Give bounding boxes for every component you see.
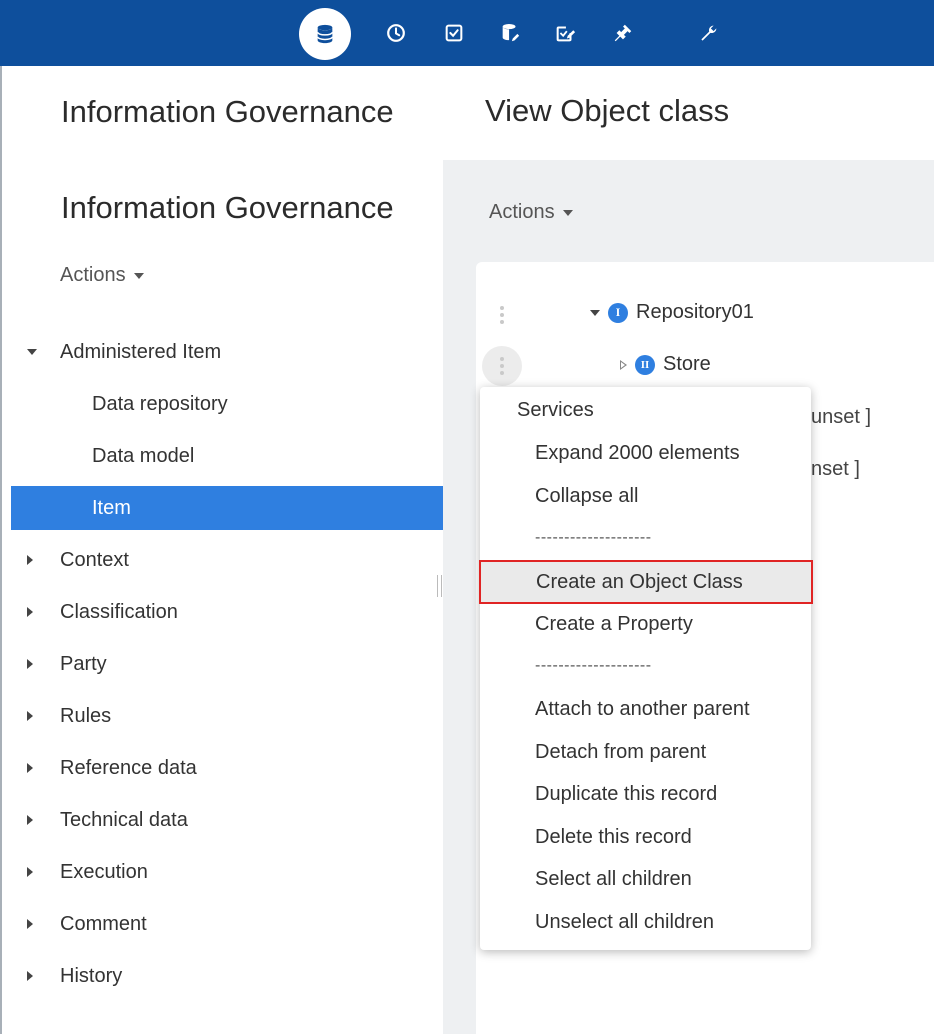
nav-item-label: Comment (60, 912, 147, 935)
menu-separator: -------------------- (535, 657, 652, 674)
left-section-title: Information Governance (61, 190, 394, 225)
nav-item-reference-data[interactable]: Reference data (11, 746, 443, 790)
main-actions-dropdown[interactable]: Actions (489, 201, 573, 224)
context-menu: Services Expand 2000 elements Collapse a… (479, 387, 813, 950)
nav-item-label: Party (60, 652, 107, 675)
menu-item-detach-parent[interactable]: Detach from parent (480, 732, 811, 772)
nav-item-label: Rules (60, 704, 112, 727)
menu-item-expand[interactable]: Expand 2000 elements (480, 433, 811, 473)
database-edit-icon[interactable] (491, 14, 529, 52)
actions-label: Actions (489, 201, 555, 223)
collapse-arrow-icon[interactable] (27, 867, 33, 877)
actions-label: Actions (60, 264, 126, 286)
menu-item-collapse-all[interactable]: Collapse all (480, 476, 811, 516)
caret-down-icon (562, 209, 573, 216)
nav-item-label: Item (92, 496, 131, 519)
tree-node-store[interactable]: II Store (620, 353, 711, 376)
nav-item-comment[interactable]: Comment (11, 902, 443, 946)
menu-item-select-children[interactable]: Select all children (480, 859, 811, 899)
nav-item-label: History (60, 964, 123, 987)
nav-item-label: Execution (60, 860, 148, 883)
nav-item-label: Administered Item (60, 340, 222, 363)
nav-item-item[interactable]: Item (11, 486, 443, 530)
nav-item-label: Technical data (60, 808, 188, 831)
nav-item-label: Reference data (60, 756, 197, 779)
collapse-arrow-icon[interactable] (27, 763, 33, 773)
nav-item-administered-item[interactable]: Administered Item (11, 330, 443, 374)
nav-item-classification[interactable]: Classification (11, 590, 443, 634)
collapse-arrow-icon[interactable] (27, 971, 33, 981)
caret-down-icon (133, 272, 144, 279)
menu-item-delete[interactable]: Delete this record (480, 817, 811, 857)
collapse-arrow-icon[interactable] (27, 555, 33, 565)
row-menu-kebab-icon[interactable] (482, 295, 522, 335)
collapse-arrow-icon[interactable] (620, 359, 627, 370)
level-badge-icon: I (608, 302, 628, 323)
menu-separator: -------------------- (535, 529, 652, 546)
database-icon[interactable] (299, 8, 351, 60)
menu-item-duplicate[interactable]: Duplicate this record (480, 774, 811, 814)
top-toolbar (0, 0, 934, 66)
nav-item-technical-data[interactable]: Technical data (11, 798, 443, 842)
collapse-arrow-icon[interactable] (27, 815, 33, 825)
nav-item-context[interactable]: Context (11, 538, 443, 582)
level-badge-icon: II (635, 354, 655, 375)
partial-value-text: unset ] (811, 406, 872, 428)
nav-item-data-model[interactable]: Data model (11, 434, 443, 478)
context-menu-header: Services (517, 399, 594, 421)
left-edge-rule (0, 0, 2, 1034)
left-panel: Information Governance Information Gover… (11, 66, 443, 1034)
collapse-arrow-icon[interactable] (27, 607, 33, 617)
nav-item-data-repository[interactable]: Data repository (11, 382, 443, 426)
nav-item-history[interactable]: History (11, 954, 443, 998)
checkbox-edit-icon[interactable] (546, 14, 584, 52)
checkbox-icon[interactable] (435, 14, 473, 52)
tree-node-label: Store (663, 353, 711, 375)
tree-node-repository01[interactable]: I Repository01 (590, 301, 754, 324)
left-actions-dropdown[interactable]: Actions (60, 264, 144, 287)
nav-item-party[interactable]: Party (11, 642, 443, 686)
nav-item-label: Context (60, 548, 129, 571)
tree-node-label: Repository01 (636, 301, 754, 323)
plug-icon[interactable] (604, 14, 642, 52)
collapse-arrow-icon[interactable] (27, 919, 33, 929)
menu-item-unselect-children[interactable]: Unselect all children (480, 902, 811, 942)
wrench-icon[interactable] (690, 14, 728, 52)
menu-item-attach-parent[interactable]: Attach to another parent (480, 689, 811, 729)
page-title: View Object class (485, 93, 730, 128)
panel-splitter-handle[interactable] (437, 575, 442, 597)
expand-arrow-icon[interactable] (27, 349, 37, 355)
collapse-arrow-icon[interactable] (27, 711, 33, 721)
nav-item-label: Classification (60, 600, 178, 623)
clock-icon[interactable] (377, 14, 415, 52)
nav-item-execution[interactable]: Execution (11, 850, 443, 894)
menu-item-create-property[interactable]: Create a Property (480, 604, 811, 644)
row-menu-kebab-icon[interactable] (482, 346, 522, 386)
collapse-arrow-icon[interactable] (27, 659, 33, 669)
nav-item-rules[interactable]: Rules (11, 694, 443, 738)
expand-arrow-icon[interactable] (590, 309, 600, 316)
nav-item-label: Data repository (92, 392, 228, 415)
nav-item-label: Data model (92, 444, 195, 467)
menu-item-create-object-class[interactable]: Create an Object Class (479, 560, 813, 604)
partial-value-text: nset ] (811, 458, 860, 480)
left-page-title: Information Governance (61, 94, 394, 129)
